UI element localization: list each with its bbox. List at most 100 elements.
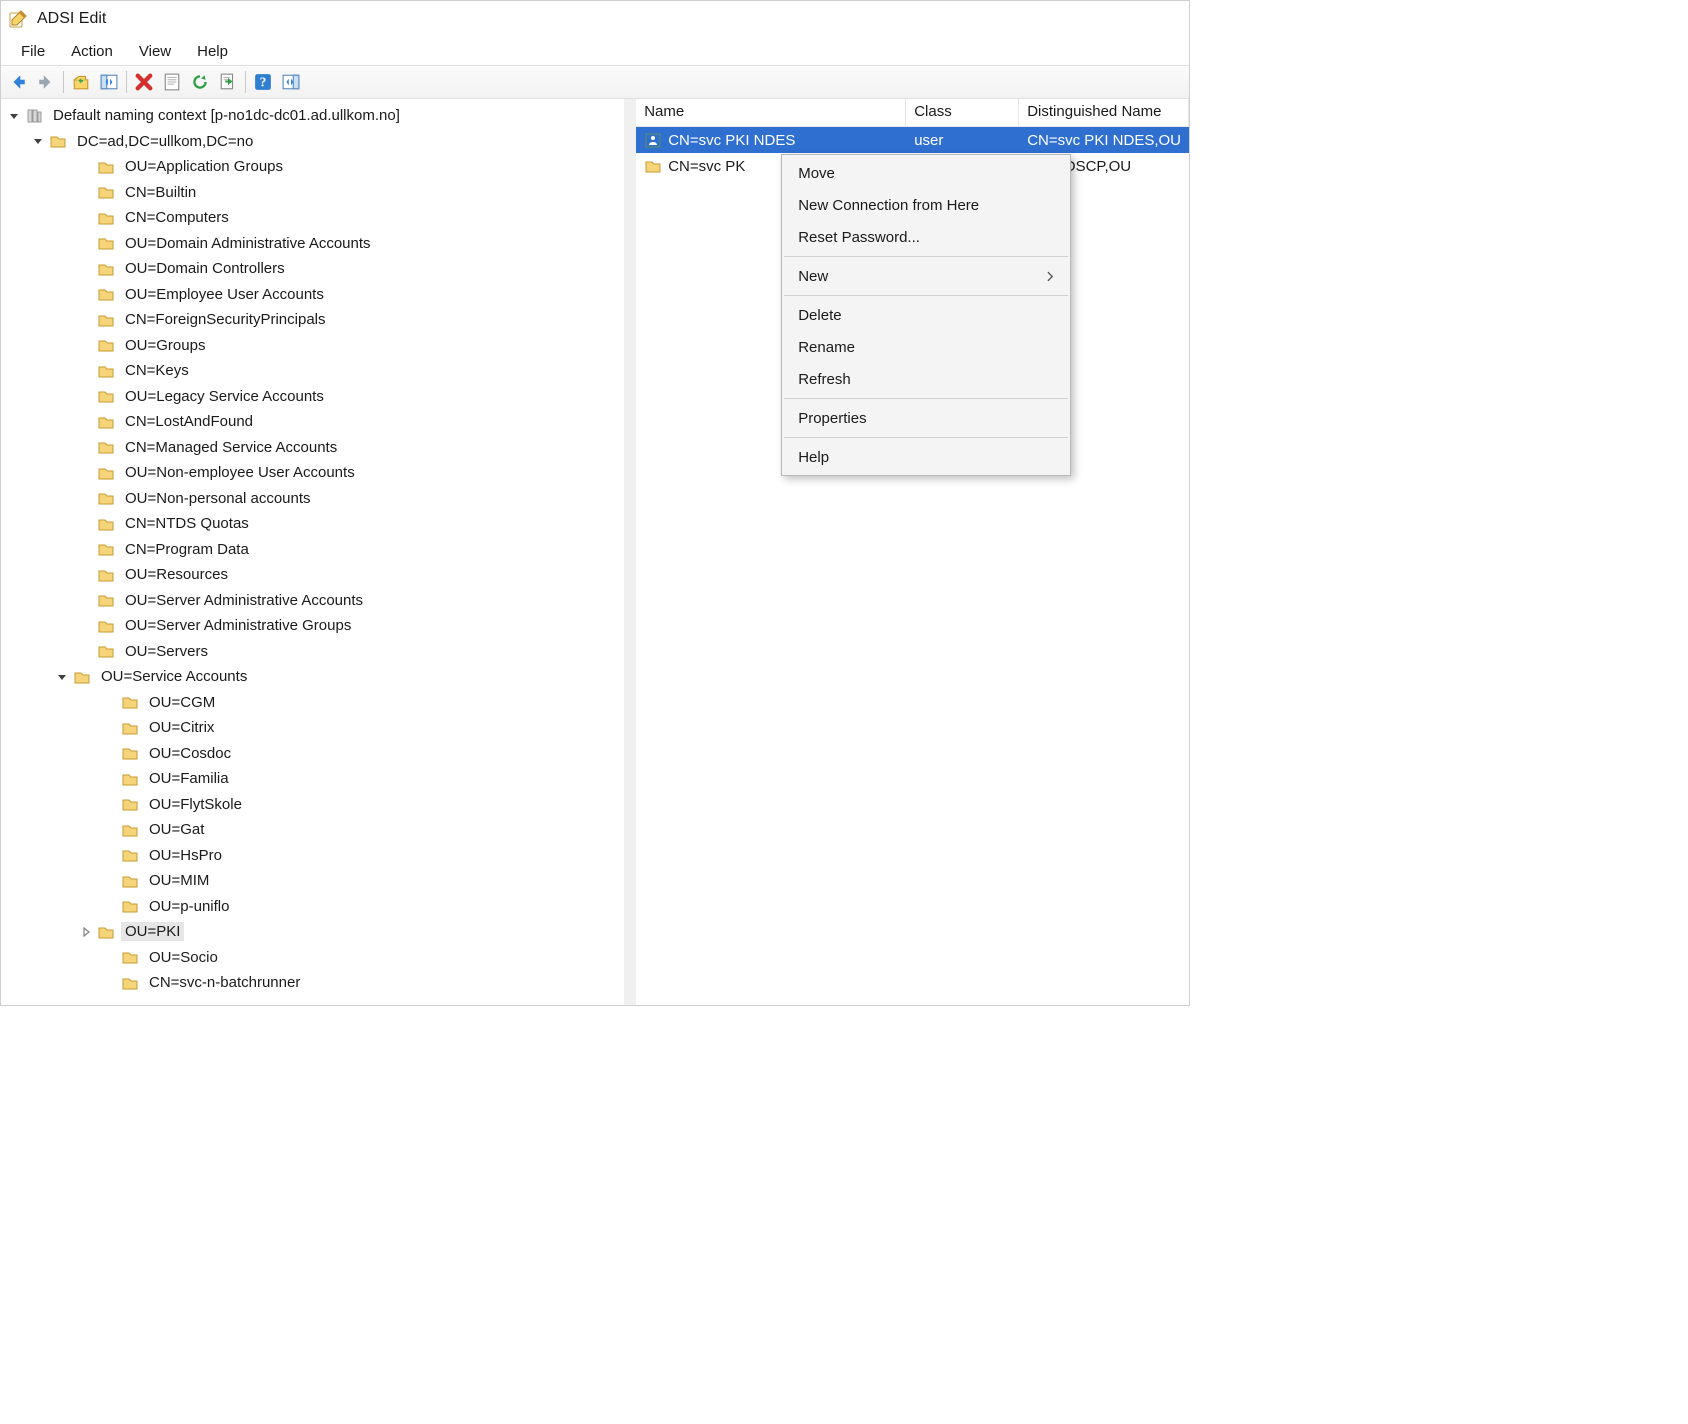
- tree-item-label: DC=ad,DC=ullkom,DC=no: [73, 132, 257, 151]
- ctx-move[interactable]: Move: [782, 157, 1070, 189]
- folder-icon: [121, 846, 141, 864]
- twisty-none: [99, 870, 121, 892]
- twisty-none: [75, 436, 97, 458]
- adsi-edit-icon: [7, 8, 29, 30]
- ctx-delete[interactable]: Delete: [782, 299, 1070, 331]
- tree-pki[interactable]: OU=PKI: [3, 919, 622, 945]
- export-list-button[interactable]: [215, 69, 241, 95]
- ctx-properties[interactable]: Properties: [782, 402, 1070, 434]
- twisty-none: [75, 309, 97, 331]
- tree-item[interactable]: OU=Server Administrative Groups: [3, 613, 622, 639]
- tree-item[interactable]: OU=Familia: [3, 766, 622, 792]
- tree-item-label: CN=Keys: [121, 361, 193, 380]
- tree-item[interactable]: OU=HsPro: [3, 843, 622, 869]
- action-pane-button[interactable]: [278, 69, 304, 95]
- chevron-right-icon[interactable]: [75, 921, 97, 943]
- twisty-none: [75, 385, 97, 407]
- folder-icon: [121, 897, 141, 915]
- tree-item[interactable]: OU=Application Groups: [3, 154, 622, 180]
- tree-item[interactable]: OU=Server Administrative Accounts: [3, 588, 622, 614]
- properties-button[interactable]: [159, 69, 185, 95]
- tree-item[interactable]: CN=Computers: [3, 205, 622, 231]
- tree-item-label: OU=Service Accounts: [97, 667, 251, 686]
- header-dn[interactable]: Distinguished Name: [1019, 99, 1189, 126]
- tree-item[interactable]: OU=Domain Controllers: [3, 256, 622, 282]
- chevron-down-icon[interactable]: [51, 666, 73, 688]
- up-button[interactable]: [68, 69, 94, 95]
- folder-icon: [25, 107, 45, 125]
- tree-item[interactable]: OU=CGM: [3, 690, 622, 716]
- back-button[interactable]: [5, 69, 31, 95]
- help-button[interactable]: ?: [250, 69, 276, 95]
- tree-item[interactable]: OU=FlytSkole: [3, 792, 622, 818]
- tree-item[interactable]: CN=ForeignSecurityPrincipals: [3, 307, 622, 333]
- tree-item[interactable]: OU=Socio: [3, 945, 622, 971]
- chevron-down-icon[interactable]: [3, 105, 25, 127]
- menu-bar: File Action View Help: [1, 37, 1189, 65]
- tree-item[interactable]: OU=Non-personal accounts: [3, 486, 622, 512]
- tree-item[interactable]: OU=Non-employee User Accounts: [3, 460, 622, 486]
- tree-service-accounts[interactable]: OU=Service Accounts: [3, 664, 622, 690]
- tree-item-label: CN=NTDS Quotas: [121, 514, 253, 533]
- tree-item[interactable]: OU=Domain Administrative Accounts: [3, 231, 622, 257]
- tree-item[interactable]: OU=Legacy Service Accounts: [3, 384, 622, 410]
- tree-item[interactable]: CN=Program Data: [3, 537, 622, 563]
- ctx-new-connection[interactable]: New Connection from Here: [782, 189, 1070, 221]
- tree-item[interactable]: OU=Cosdoc: [3, 741, 622, 767]
- tree-item[interactable]: OU=Resources: [3, 562, 622, 588]
- ctx-new[interactable]: New: [782, 260, 1070, 292]
- forward-button[interactable]: [33, 69, 59, 95]
- folder-icon: [97, 540, 117, 558]
- menu-help[interactable]: Help: [185, 41, 240, 62]
- tree-item[interactable]: OU=Servers: [3, 639, 622, 665]
- tree-item[interactable]: OU=Gat: [3, 817, 622, 843]
- twisty-none: [75, 232, 97, 254]
- ctx-refresh[interactable]: Refresh: [782, 363, 1070, 395]
- folder-icon: [97, 183, 117, 201]
- list-row-selected[interactable]: CN=svc PKI NDES user CN=svc PKI NDES,OU: [636, 127, 1189, 153]
- tree-item[interactable]: OU=Groups: [3, 333, 622, 359]
- tree-item[interactable]: OU=MIM: [3, 868, 622, 894]
- tree-item[interactable]: CN=Managed Service Accounts: [3, 435, 622, 461]
- tree-scrollbar[interactable]: [624, 99, 636, 1005]
- tree-panel: Default naming context [p-no1dc-dc01.ad.…: [1, 99, 636, 1005]
- tree-item-label: OU=Non-personal accounts: [121, 489, 315, 508]
- title-bar: ADSI Edit: [1, 1, 1189, 37]
- header-name[interactable]: Name: [636, 99, 906, 126]
- tree-item[interactable]: OU=Citrix: [3, 715, 622, 741]
- ctx-reset-password[interactable]: Reset Password...: [782, 221, 1070, 253]
- folder-icon: [97, 285, 117, 303]
- tree-item[interactable]: OU=p-uniflo: [3, 894, 622, 920]
- toolbar: ?: [1, 65, 1189, 99]
- ctx-help[interactable]: Help: [782, 441, 1070, 473]
- twisty-none: [99, 819, 121, 841]
- toolbar-separator: [245, 71, 246, 93]
- adsi-edit-window: ADSI Edit File Action View Help: [0, 0, 1190, 1006]
- tree-item[interactable]: CN=svc-n-batchrunner: [3, 970, 622, 996]
- tree-root[interactable]: Default naming context [p-no1dc-dc01.ad.…: [3, 103, 622, 129]
- tree-dc[interactable]: DC=ad,DC=ullkom,DC=no: [3, 129, 622, 155]
- tree-item[interactable]: OU=Employee User Accounts: [3, 282, 622, 308]
- menu-view[interactable]: View: [127, 41, 183, 62]
- chevron-down-icon[interactable]: [27, 130, 49, 152]
- column-headers: Name Class Distinguished Name: [636, 99, 1189, 127]
- menu-file[interactable]: File: [9, 41, 57, 62]
- tree-item-label: OU=Server Administrative Accounts: [121, 591, 367, 610]
- tree-item[interactable]: CN=Builtin: [3, 180, 622, 206]
- context-menu: Move New Connection from Here Reset Pass…: [781, 154, 1071, 476]
- show-hide-tree-button[interactable]: [96, 69, 122, 95]
- header-class[interactable]: Class: [906, 99, 1019, 126]
- tree-item-label: CN=LostAndFound: [121, 412, 257, 431]
- tree-item[interactable]: CN=NTDS Quotas: [3, 511, 622, 537]
- ctx-rename[interactable]: Rename: [782, 331, 1070, 363]
- folder-icon: [121, 770, 141, 788]
- menu-action[interactable]: Action: [59, 41, 125, 62]
- tree-item[interactable]: CN=Keys: [3, 358, 622, 384]
- tree-item[interactable]: CN=LostAndFound: [3, 409, 622, 435]
- refresh-button[interactable]: [187, 69, 213, 95]
- tree-item-label: CN=Program Data: [121, 540, 253, 559]
- tree-item-label: OU=Domain Administrative Accounts: [121, 234, 375, 253]
- delete-button[interactable]: [131, 69, 157, 95]
- scroll-up-icon[interactable]: [624, 99, 636, 113]
- tree[interactable]: Default naming context [p-no1dc-dc01.ad.…: [1, 99, 624, 1000]
